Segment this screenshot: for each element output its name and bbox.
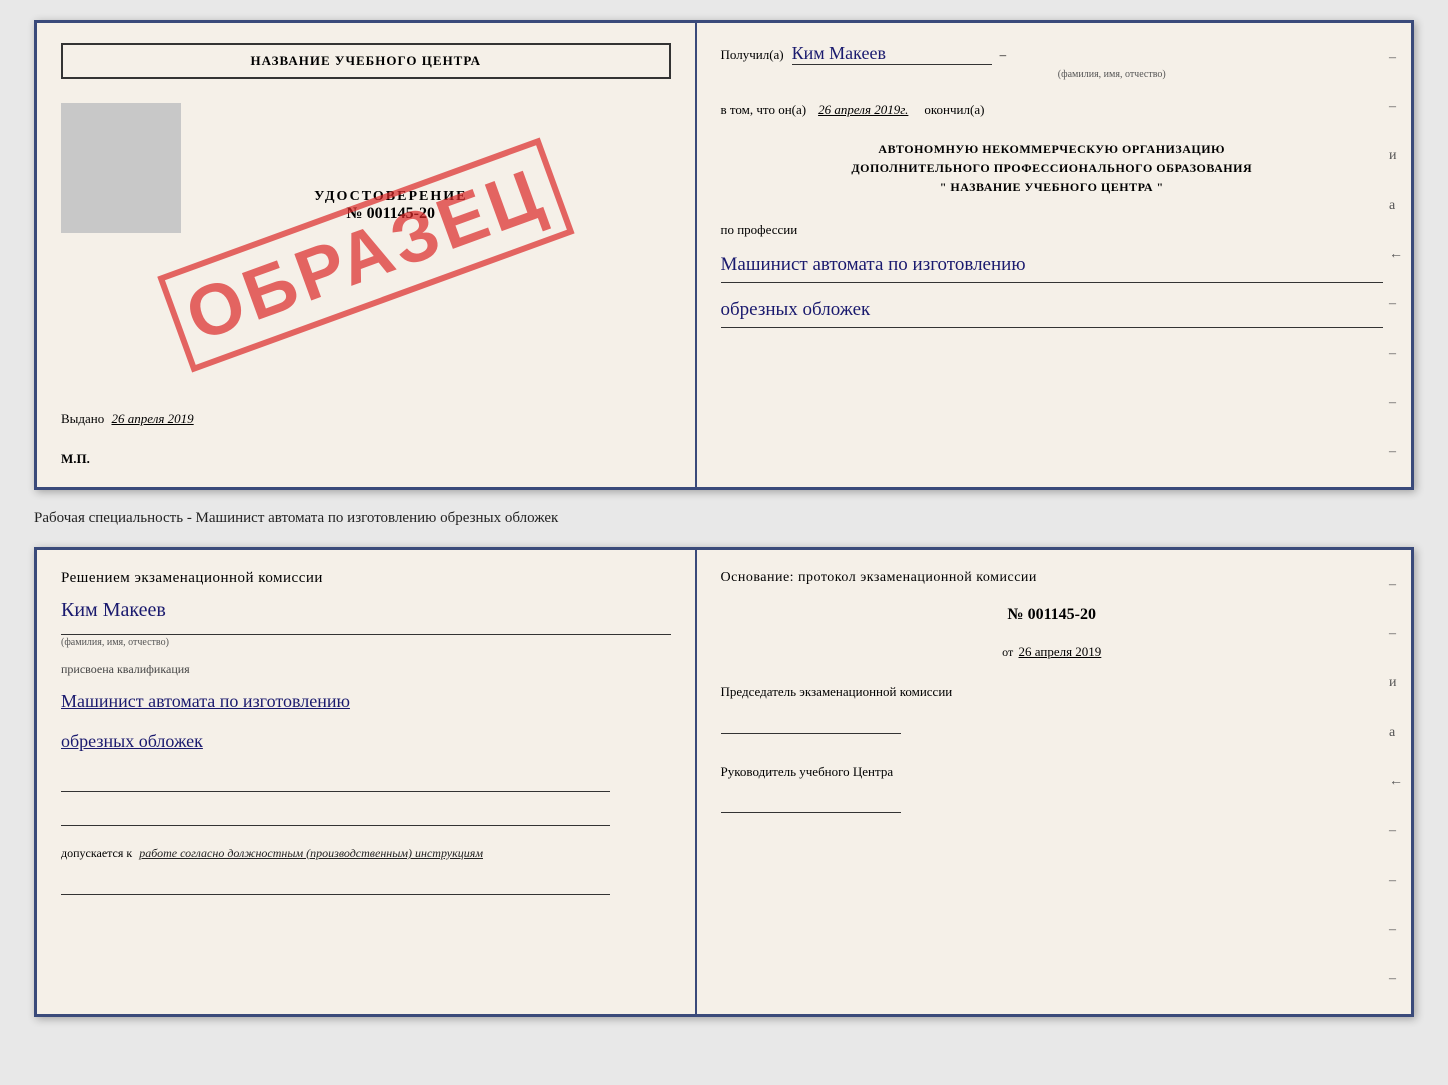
vtom-row: в том, что он(а) 26 апреля 2019г. окончи… <box>721 102 1383 118</box>
school-name-top: НАЗВАНИЕ УЧЕБНОГО ЦЕНТРА <box>61 43 671 79</box>
mp-label: М.П. <box>61 451 90 467</box>
profession-line2: обрезных обложек <box>721 293 1383 328</box>
org-line1: АВТОНОМНУЮ НЕКОММЕРЧЕСКУЮ ОРГАНИЗАЦИЮ <box>721 140 1383 159</box>
bottom-certificate: Решением экзаменационной комиссии Ким Ма… <box>34 547 1414 1017</box>
org-line3: " НАЗВАНИЕ УЧЕБНОГО ЦЕНТРА " <box>721 178 1383 197</box>
bottom-cert-left: Решением экзаменационной комиссии Ким Ма… <box>37 550 697 1014</box>
resheniem-label: Решением экзаменационной комиссии <box>61 570 671 587</box>
okonchil-label: окончил(а) <box>924 102 984 118</box>
dopuskaetsya-label: допускается к <box>61 846 132 860</box>
top-cert-right: Получил(а) Ким Макеев – (фамилия, имя, о… <box>697 23 1411 487</box>
osnov-label: Основание: протокол экзаменационной коми… <box>721 570 1383 586</box>
vydano-block: Выдано 26 апреля 2019 <box>61 411 194 427</box>
qualification-line1: Машинист автомата по изготовлению <box>61 685 671 717</box>
rukovoditel-label: Руководитель учебного Центра <box>721 762 1383 782</box>
qualification-line2: обрезных обложек <box>61 725 671 757</box>
photo-placeholder <box>61 103 181 233</box>
middle-caption: Рабочая специальность - Машинист автомат… <box>34 506 1414 531</box>
fio-subtext-top: (фамилия, имя, отчество) <box>841 69 1383 80</box>
vydano-label: Выдано <box>61 411 104 426</box>
underline1 <box>61 772 610 792</box>
dopuskaetsya-value: работе согласно должностным (производств… <box>139 846 483 860</box>
vydano-date: 26 апреля 2019 <box>112 411 194 426</box>
bottom-side-dashes: – – и а ← – – – – <box>1389 550 1403 1014</box>
profession-block: по профессии Машинист автомата по изгото… <box>721 222 1383 328</box>
org-line2: ДОПОЛНИТЕЛЬНОГО ПРОФЕССИОНАЛЬНОГО ОБРАЗО… <box>721 159 1383 178</box>
bottom-name: Ким Макеев <box>61 599 671 622</box>
udostoverenie-block: УДОСТОВЕРЕНИЕ № 001145-20 <box>111 189 671 223</box>
cert-number: № 001145-20 <box>111 205 671 223</box>
prisvоena-label: присвоена квалификация <box>61 662 671 677</box>
recipient-row: Получил(а) Ким Макеев – (фамилия, имя, о… <box>721 43 1383 80</box>
side-dashes: – – и а ← – – – – <box>1389 23 1403 487</box>
underline2 <box>61 806 610 826</box>
predsedatel-block: Председатель экзаменационной комиссии <box>721 682 1383 734</box>
udostoverenie-label: УДОСТОВЕРЕНИЕ <box>111 189 671 205</box>
predsedatel-sig-line <box>721 706 901 734</box>
rukovoditel-sig-line <box>721 785 901 813</box>
vtom-label: в том, что он(а) <box>721 102 807 118</box>
predsedatel-label: Председатель экзаменационной комиссии <box>721 682 1383 702</box>
top-certificate: НАЗВАНИЕ УЧЕБНОГО ЦЕНТРА УДОСТОВЕРЕНИЕ №… <box>34 20 1414 490</box>
date-value: 26 апреля 2019г. <box>818 102 908 118</box>
org-block: АВТОНОМНУЮ НЕКОММЕРЧЕСКУЮ ОРГАНИЗАЦИЮ ДО… <box>721 140 1383 198</box>
top-cert-left: НАЗВАНИЕ УЧЕБНОГО ЦЕНТРА УДОСТОВЕРЕНИЕ №… <box>37 23 697 487</box>
recipient-name: Ким Макеев <box>792 43 992 65</box>
profession-line1: Машинист автомата по изготовлению <box>721 248 1383 283</box>
poluchil-label: Получил(а) <box>721 47 784 63</box>
po-professii-label: по профессии <box>721 222 1383 238</box>
protocol-date: 26 апреля 2019 <box>1019 644 1102 659</box>
obrazec-stamp: ОБРАЗЕЦ <box>157 137 575 372</box>
bottom-fio-subtext: (фамилия, имя, отчество) <box>61 634 671 648</box>
protocol-number: № 001145-20 <box>721 606 1383 624</box>
bottom-cert-right: Основание: протокол экзаменационной коми… <box>697 550 1411 1014</box>
underline3 <box>61 875 610 895</box>
ot-label: от <box>1002 645 1013 659</box>
rukovoditel-block: Руководитель учебного Центра <box>721 762 1383 814</box>
